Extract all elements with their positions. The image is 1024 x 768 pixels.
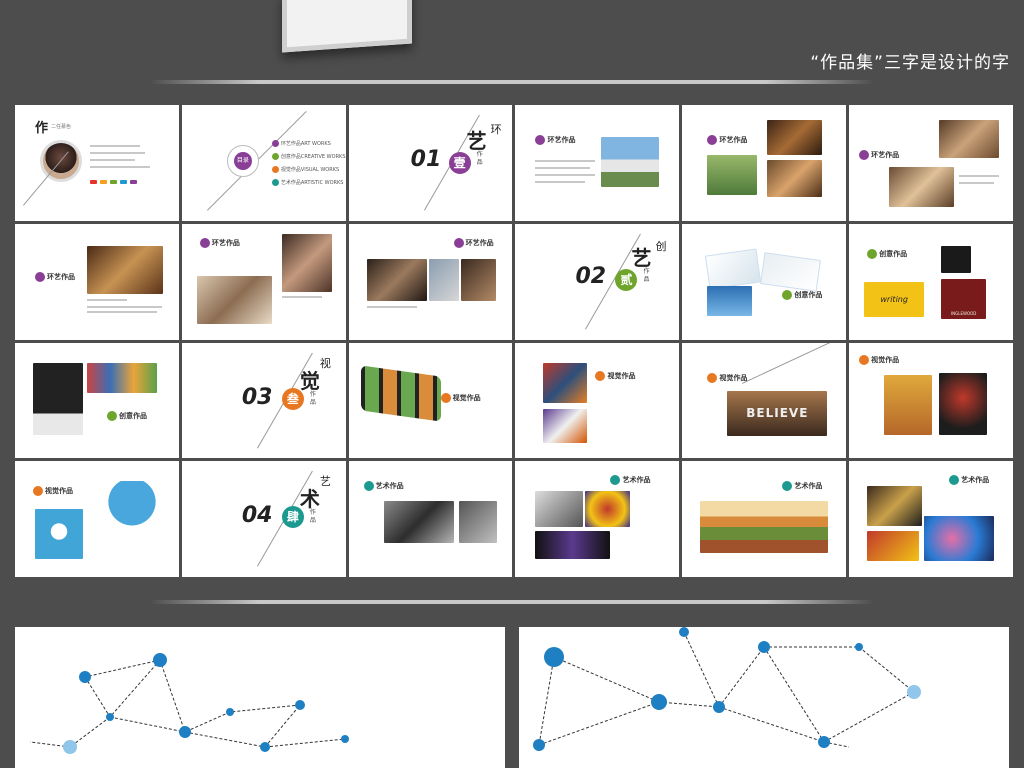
slide-env-bathroom[interactable]: 环艺作品 <box>348 223 513 340</box>
slide-section-03[interactable]: 03 叁 觉 视 作品 <box>181 342 346 459</box>
slide-section-02[interactable]: 02 贰 艺 创 作品 <box>515 223 680 340</box>
slide-visual-filmstrip[interactable]: 视觉作品 <box>348 342 513 459</box>
profile-title: 作 <box>35 121 49 136</box>
toc-list: 环艺作品ART WORKS 创意作品CREATIVE WORKS 视觉作品VIS… <box>271 140 346 187</box>
villa-photo <box>601 137 660 187</box>
slide-env-bedroom[interactable]: 环艺作品 <box>181 223 346 340</box>
caption-text: “作品集”三字是设计的字 <box>810 53 1010 73</box>
slide-thumbnail-grid: 作 二任慕色 目录 环艺作品ART WORKS 创意作品CREATIVE WOR… <box>15 105 1013 577</box>
writing-art: writing <box>864 281 925 317</box>
top-divider <box>150 80 874 84</box>
slide-create-brochure[interactable]: 创意作品 <box>682 223 847 340</box>
slide-env-dining[interactable]: 环艺作品 <box>15 223 179 340</box>
slide-art-illustrations[interactable]: 艺术作品 <box>849 461 1013 577</box>
network-graphic-right <box>519 627 1009 768</box>
inglewood-sign: INGLEWOOD <box>941 278 987 319</box>
slide-profile[interactable]: 作 二任慕色 <box>15 105 179 221</box>
slide-env-interior-2[interactable]: 环艺作品 <box>849 105 1013 221</box>
network-lines-right <box>533 627 921 751</box>
profile-name: 二任慕色 <box>51 124 72 130</box>
slide-env-villa[interactable]: 环艺作品 <box>515 105 680 221</box>
slide-table-of-contents[interactable]: 目录 环艺作品ART WORKS 创意作品CREATIVE WORKS 视觉作品… <box>181 105 346 221</box>
slide-env-interior-1[interactable]: 环艺作品 <box>682 105 847 221</box>
slide-create-poster[interactable]: 创意作品 <box>15 342 179 459</box>
believe-photo: BELIEVE <box>727 390 828 436</box>
slide-visual-portraits[interactable]: 视觉作品 <box>849 342 1013 459</box>
slide-section-01[interactable]: 01 壹 艺 环 作品 <box>348 105 513 221</box>
slide-visual-believe[interactable]: 视觉作品 BELIEVE <box>682 342 847 459</box>
network-graphic-left <box>15 627 505 768</box>
slide-art-characters[interactable]: 艺术作品 <box>515 461 680 577</box>
slide-visual-bulb[interactable]: 视觉作品 <box>15 461 179 577</box>
toc-badge: 目录 <box>233 152 252 170</box>
slide-art-landscape[interactable]: 艺术作品 <box>682 461 847 577</box>
slide-visual-architecture[interactable]: 视觉作品 <box>515 342 680 459</box>
slide-section-04[interactable]: 04 肆 术 艺 作品 <box>181 461 346 577</box>
top-picture-frame <box>282 0 412 53</box>
bottom-divider <box>150 600 874 604</box>
slide-art-robots[interactable]: 艺术作品 <box>348 461 513 577</box>
network-lines-left <box>29 653 349 754</box>
slide-create-logo[interactable]: 创意作品 writing INGLEWOOD <box>849 223 1013 340</box>
